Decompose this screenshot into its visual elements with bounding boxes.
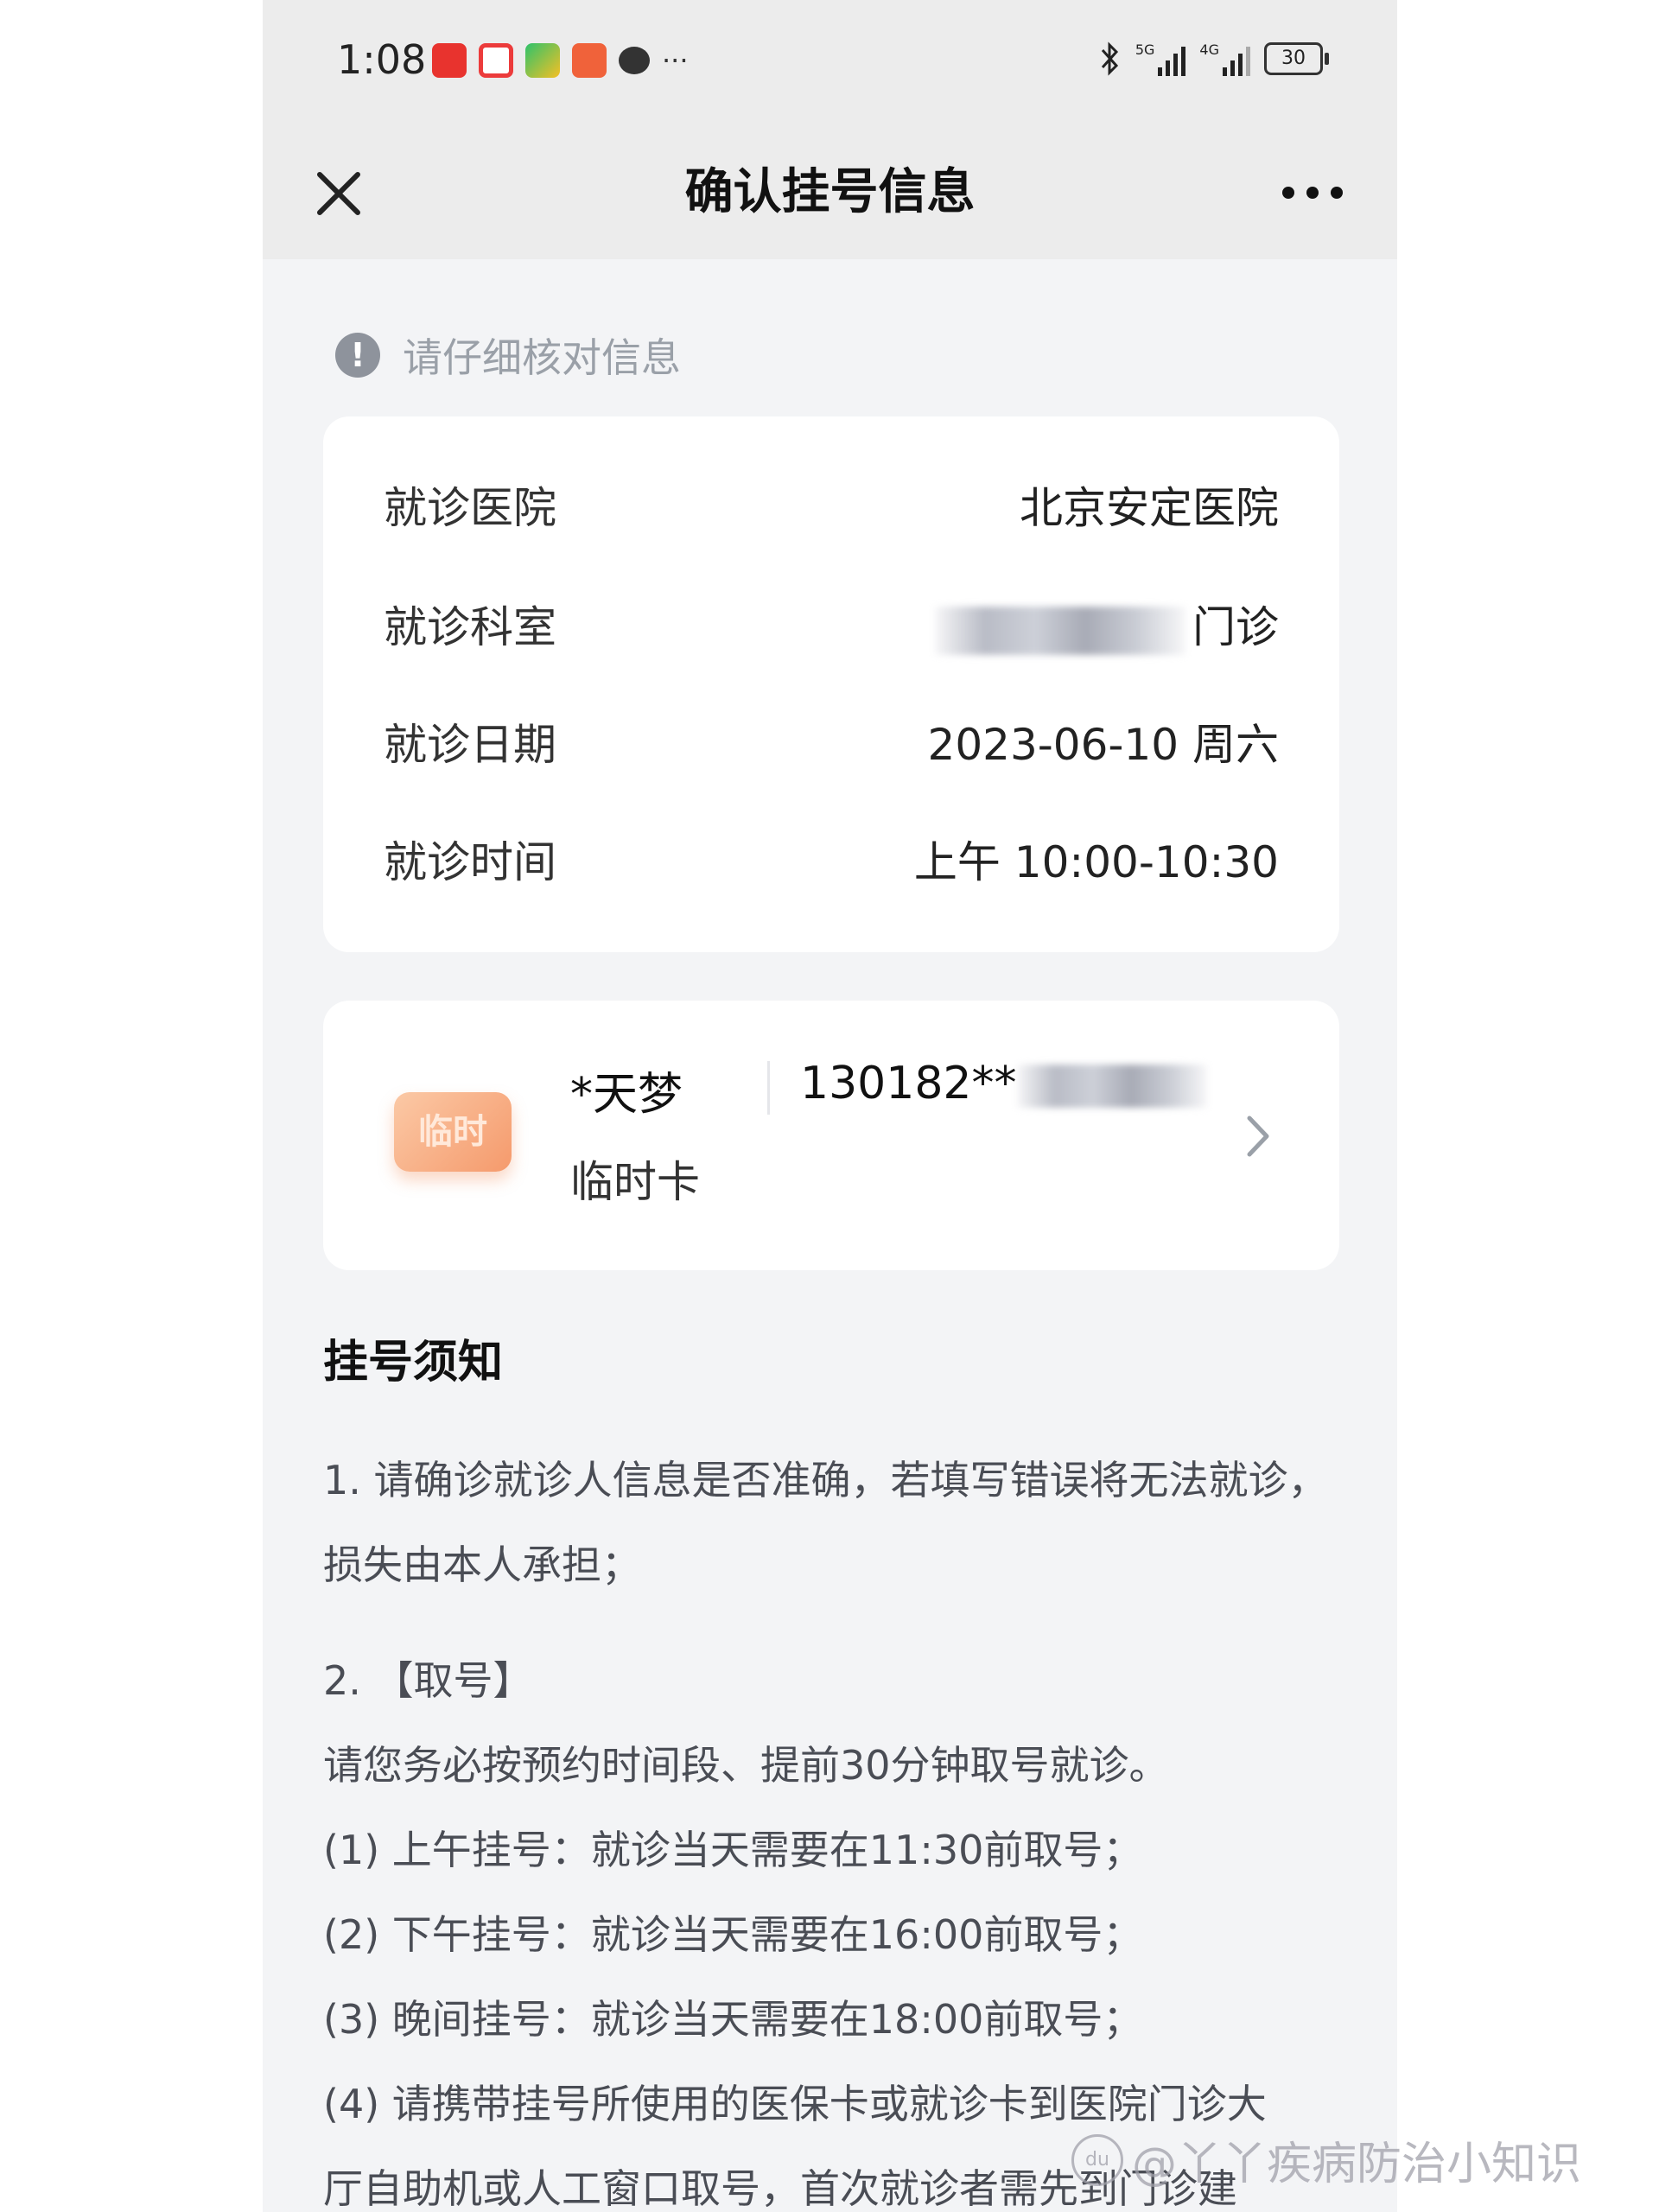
tip-text: 请仔细核对信息 <box>403 334 681 381</box>
divider <box>767 1061 770 1115</box>
redacted-blur <box>1016 1065 1207 1108</box>
notice-item-2: 2. 【取号】 请您务必按预约时间段、提前30分钟取号就诊。 (1) 上午挂号：… <box>323 1638 1343 2212</box>
signal-4g-label: 4G <box>1199 41 1219 58</box>
more-options-button[interactable] <box>1271 171 1354 214</box>
info-value: 上午 10:00-10:30 <box>913 837 1279 887</box>
info-label: 就诊科室 <box>384 602 556 652</box>
app-notification-icon <box>525 43 560 78</box>
info-label: 就诊日期 <box>384 720 556 770</box>
info-value-wrap: 门诊 <box>935 593 1279 655</box>
info-value: 北京安定医院 <box>1020 483 1279 533</box>
info-value: 门诊 <box>1192 602 1279 652</box>
watermark: du @丫丫疾病防治小知识 <box>1071 2127 1581 2192</box>
nav-bar: 确认挂号信息 <box>263 128 1397 259</box>
notice-item-1: 1. 请确诊就诊人信息是否准确，若填写错误将无法就诊，损失由本人承担； <box>323 1457 1328 1588</box>
app-notification-icon <box>572 43 607 78</box>
more-notifications-icon: ··· <box>662 44 689 77</box>
more-dot-icon <box>1331 187 1343 199</box>
signal-5g-label: 5G <box>1135 41 1155 58</box>
status-indicators: 5G 4G 30 <box>1099 41 1329 76</box>
page-title: 确认挂号信息 <box>684 164 976 220</box>
info-row-time: 就诊时间 上午 10:00-10:30 <box>384 824 1279 893</box>
patient-id: 130182** <box>800 1058 1214 1109</box>
notice-line: (2) 下午挂号：就诊当天需要在16:00前取号； <box>323 1911 1143 1958</box>
notice-title: 挂号须知 <box>323 1337 504 1389</box>
patient-card-type: 临时卡 <box>570 1157 700 1207</box>
info-value: 2023-06-10 周六 <box>927 720 1279 770</box>
info-row-hospital: 就诊医院 北京安定医院 <box>384 470 1279 539</box>
signal-4g-icon: 4G <box>1199 41 1250 76</box>
notification-icons: ··· <box>432 43 689 78</box>
battery-icon: 30 <box>1264 42 1329 75</box>
patient-name: *天梦 <box>570 1069 683 1121</box>
watermark-text: @丫丫疾病防治小知识 <box>1132 2139 1582 2190</box>
platform-logo-icon: du <box>1071 2133 1123 2186</box>
phone-screen: 1:08 ··· 5G 4G 30 确认挂号信息 ! 请仔细核对信息 就诊医院 … <box>263 0 1397 2212</box>
more-dot-icon <box>1282 187 1294 199</box>
appointment-info-card: 就诊医院 北京安定医院 就诊科室 门诊 就诊日期 2023-06-10 周六 就… <box>323 416 1339 952</box>
notice-line: (3) 晚间挂号：就诊当天需要在18:00前取号； <box>323 1996 1143 2043</box>
patient-id-text: 130182** <box>800 1058 1017 1109</box>
status-time: 1:08 <box>337 36 427 83</box>
chat-bubble-icon <box>619 47 650 74</box>
notice-line: 请您务必按预约时间段、提前30分钟取号就诊。 <box>323 1742 1169 1789</box>
info-row-department: 就诊科室 门诊 <box>384 589 1279 658</box>
verify-tip: ! 请仔细核对信息 <box>335 327 681 384</box>
exclamation-icon: ! <box>335 333 380 378</box>
redacted-blur <box>935 606 1185 655</box>
more-dot-icon <box>1306 187 1319 199</box>
app-notification-icon <box>479 43 513 78</box>
info-label: 就诊医院 <box>384 483 556 533</box>
notice-line: 2. 【取号】 <box>323 1657 533 1704</box>
patient-card[interactable]: 临时 *天梦 130182** 临时卡 <box>323 1001 1339 1270</box>
temporary-card-badge: 临时 <box>394 1092 512 1172</box>
app-notification-icon <box>432 43 467 78</box>
chevron-right-icon[interactable] <box>1236 1106 1279 1166</box>
status-bar: 1:08 ··· 5G 4G 30 <box>263 0 1397 128</box>
info-row-date: 就诊日期 2023-06-10 周六 <box>384 707 1279 776</box>
info-label: 就诊时间 <box>384 837 556 887</box>
notice-line: (1) 上午挂号：就诊当天需要在11:30前取号； <box>323 1827 1143 1873</box>
bluetooth-icon <box>1101 41 1118 76</box>
signal-5g-icon: 5G <box>1135 41 1186 76</box>
